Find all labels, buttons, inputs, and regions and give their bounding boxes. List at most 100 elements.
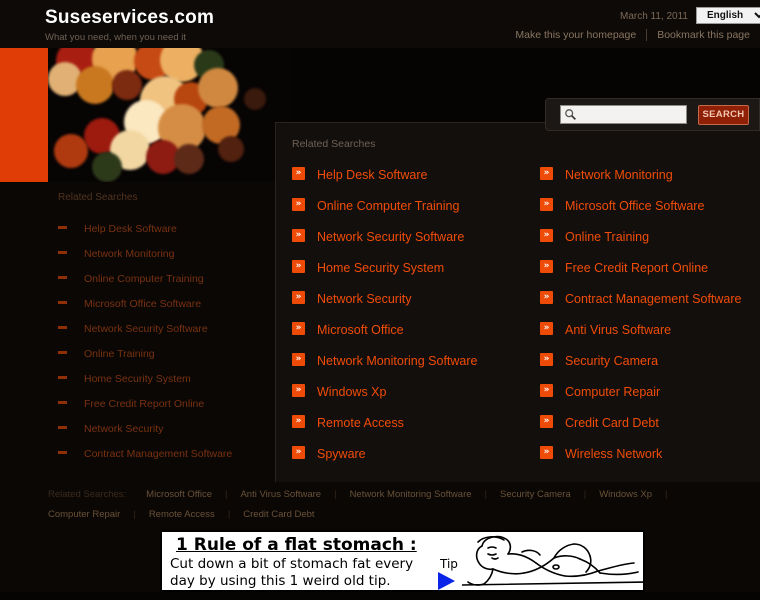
bookmark-page-link[interactable]: Bookmark this page (647, 29, 760, 41)
panel-link-label: Online Training (565, 229, 650, 244)
header-links: Make this your homepage Bookmark this pa… (505, 29, 760, 41)
language-select[interactable]: English (696, 7, 760, 24)
footer-links-row: Related Searches: Microsoft Office | Ant… (48, 485, 712, 525)
footer-separator: | (484, 489, 487, 500)
panel-link-help-desk-software[interactable]: » Help Desk Software (292, 159, 540, 190)
sidebar-item-online-computer-training[interactable]: Online Computer Training (58, 266, 290, 291)
footer-link-anti-virus-software[interactable]: Anti Virus Software (240, 485, 321, 505)
sidebar-item-microsoft-office-software[interactable]: Microsoft Office Software (58, 291, 290, 316)
footer-link-microsoft-office[interactable]: Microsoft Office (146, 485, 212, 505)
ad-banner[interactable]: 1 Rule of a flat stomach : Cut down a bi… (160, 530, 645, 592)
chevron-right-icon: » (292, 291, 305, 304)
footer-separator: | (665, 489, 668, 500)
site-tagline: What you need, when you need it (45, 32, 187, 43)
footer-link-security-camera[interactable]: Security Camera (500, 485, 571, 505)
sidebar-item-network-monitoring[interactable]: Network Monitoring (58, 241, 290, 266)
hero-bokeh-image (48, 48, 290, 182)
dash-bullet-icon (58, 301, 67, 304)
sidebar-item-label: Help Desk Software (84, 222, 177, 235)
play-triangle-icon (438, 572, 455, 590)
current-date: March 11, 2011 (619, 11, 688, 22)
search-icon (565, 109, 576, 120)
sidebar-item-help-desk-software[interactable]: Help Desk Software (58, 216, 290, 241)
chevron-right-icon: » (292, 384, 305, 397)
footer-link-computer-repair[interactable]: Computer Repair (48, 505, 120, 525)
page-root: Suseservices.com What you need, when you… (0, 0, 760, 600)
sidebar-item-label: Network Security (84, 422, 164, 435)
site-header: Suseservices.com What you need, when you… (0, 0, 760, 48)
panel-link-security-camera[interactable]: » Security Camera (540, 345, 752, 376)
panel-heading: Related Searches (292, 138, 376, 150)
panel-link-network-security-software[interactable]: » Network Security Software (292, 221, 540, 252)
chevron-right-icon: » (540, 415, 553, 428)
panel-link-label: Home Security System (317, 260, 445, 275)
panel-link-windows-xp[interactable]: » Windows Xp (292, 376, 540, 407)
make-homepage-link[interactable]: Make this your homepage (505, 29, 646, 41)
panel-link-label: Help Desk Software (317, 167, 428, 182)
search-input-wrapper[interactable] (560, 105, 687, 124)
panel-link-home-security-system[interactable]: » Home Security System (292, 252, 540, 283)
footer-separator: | (133, 509, 136, 520)
panel-link-anti-virus-software[interactable]: » Anti Virus Software (540, 314, 752, 345)
related-searches-panel: Related Searches » Help Desk Software » … (275, 122, 760, 482)
panel-link-online-training[interactable]: » Online Training (540, 221, 752, 252)
panel-column-right: » Network Monitoring » Microsoft Office … (540, 159, 752, 469)
ad-headline: 1 Rule of a flat stomach : (176, 535, 417, 555)
footer-link-network-monitoring-software[interactable]: Network Monitoring Software (350, 485, 472, 505)
panel-link-network-monitoring-software[interactable]: » Network Monitoring Software (292, 345, 540, 376)
panel-link-online-computer-training[interactable]: » Online Computer Training (292, 190, 540, 221)
footer-related-searches: Related Searches: Microsoft Office | Ant… (0, 485, 760, 527)
panel-link-microsoft-office[interactable]: » Microsoft Office (292, 314, 540, 345)
footer-link-windows-xp[interactable]: Windows Xp (599, 485, 652, 505)
ad-body-text: Cut down a bit of stomach fat every day … (170, 556, 414, 589)
brand: Suseservices.com What you need, when you… (45, 8, 214, 44)
sidebar-item-label: Network Security Software (84, 322, 208, 335)
dash-bullet-icon (58, 376, 67, 379)
ad-illustration (462, 535, 643, 586)
panel-link-microsoft-office-software[interactable]: » Microsoft Office Software (540, 190, 752, 221)
panel-link-credit-card-debt[interactable]: » Credit Card Debt (540, 407, 752, 438)
panel-link-label: Network Security (317, 291, 412, 306)
panel-link-network-security[interactable]: » Network Security (292, 283, 540, 314)
panel-link-label: Network Monitoring Software (317, 353, 478, 368)
panel-link-free-credit-report-online[interactable]: » Free Credit Report Online (540, 252, 752, 283)
search-button[interactable]: SEARCH (698, 104, 749, 125)
sidebar-item-online-training[interactable]: Online Training (58, 341, 290, 366)
footer-link-remote-access[interactable]: Remote Access (149, 505, 215, 525)
sidebar-item-label: Network Monitoring (84, 247, 175, 260)
panel-link-network-monitoring[interactable]: » Network Monitoring (540, 159, 752, 190)
search-bar: SEARCH (545, 98, 760, 131)
bottom-strip (0, 592, 760, 600)
search-input[interactable] (579, 106, 685, 123)
sidebar-item-network-security[interactable]: Network Security (58, 416, 290, 441)
sidebar-item-free-credit-report-online[interactable]: Free Credit Report Online (58, 391, 290, 416)
dash-bullet-icon (58, 326, 67, 329)
sidebar-related-searches: Related Searches Help Desk Software Netw… (0, 182, 290, 482)
panel-link-remote-access[interactable]: » Remote Access (292, 407, 540, 438)
chevron-right-icon: » (540, 322, 553, 335)
sidebar-list: Help Desk Software Network Monitoring On… (58, 216, 290, 466)
dash-bullet-icon (58, 276, 67, 279)
panel-link-label: Online Computer Training (317, 198, 460, 213)
sidebar-item-label: Contract Management Software (84, 447, 233, 460)
chevron-right-icon: » (540, 291, 553, 304)
panel-link-label: Free Credit Report Online (565, 260, 709, 275)
sidebar-item-label: Home Security System (84, 372, 191, 385)
chevron-right-icon: » (292, 229, 305, 242)
sidebar-item-home-security-system[interactable]: Home Security System (58, 366, 290, 391)
sidebar-item-label: Online Training (84, 347, 155, 360)
panel-link-contract-management-software[interactable]: » Contract Management Software (540, 283, 752, 314)
chevron-right-icon: » (540, 260, 553, 273)
footer-separator: | (583, 489, 587, 500)
footer-separator: | (334, 489, 337, 500)
sidebar-item-network-security-software[interactable]: Network Security Software (58, 316, 290, 341)
panel-link-wireless-network[interactable]: » Wireless Network (540, 438, 752, 469)
dash-bullet-icon (58, 251, 67, 254)
sidebar-item-contract-management-software[interactable]: Contract Management Software (58, 441, 290, 466)
chevron-right-icon: » (540, 353, 553, 366)
panel-link-label: Security Camera (565, 353, 659, 368)
footer-link-credit-card-debt[interactable]: Credit Card Debt (243, 505, 314, 525)
panel-link-spyware[interactable]: » Spyware (292, 438, 540, 469)
panel-link-computer-repair[interactable]: » Computer Repair (540, 376, 752, 407)
sidebar-item-label: Online Computer Training (84, 272, 204, 285)
